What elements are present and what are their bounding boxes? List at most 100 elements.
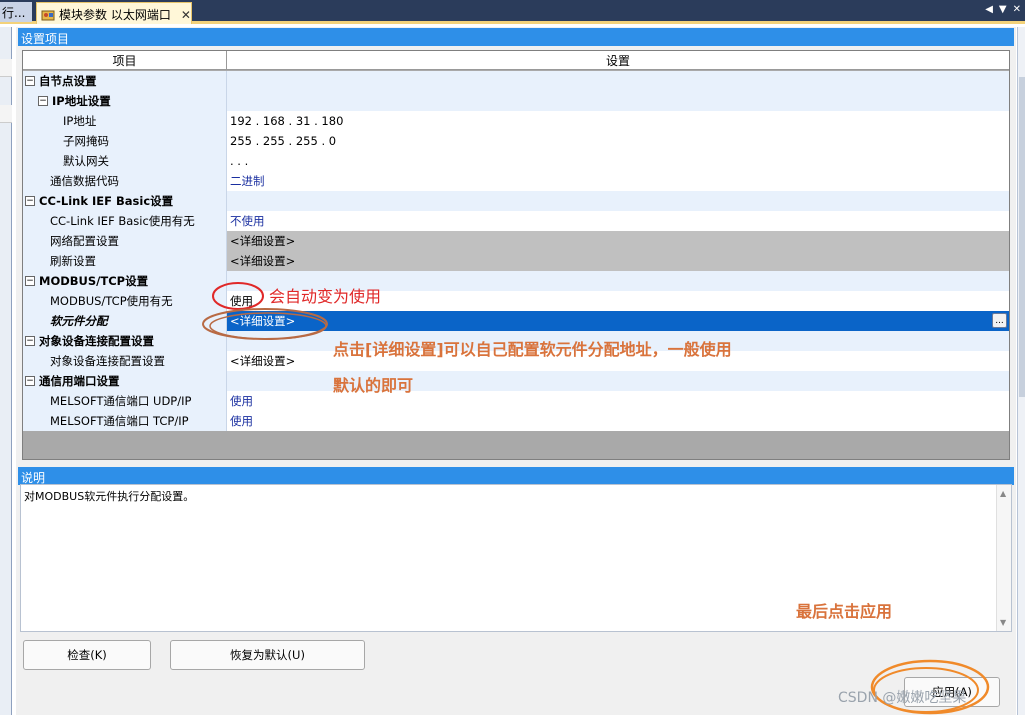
row-value-cell[interactable]: 使用 [227,411,1009,431]
module-params-icon [41,10,55,20]
tab-module-params-ethernet[interactable]: 模块参数 以太网端口 ✕ [36,2,192,24]
row-label-cell: MELSOFT通信端口 UDP/IP [23,391,227,411]
left-pane-item-edge [0,105,12,123]
row-label-cell: 网络配置设置 [23,231,227,251]
row-value-cell[interactable]: <详细设置>... [227,311,1009,331]
collapse-toggle-icon[interactable]: − [25,76,35,86]
row-value-cell[interactable]: . . . [227,151,1009,171]
detail-settings-ellipsis-button[interactable]: ... [992,313,1007,328]
table-row[interactable]: 刷新设置 <详细设置> [23,251,1009,271]
row-value-cell[interactable]: 二进制 [227,171,1009,191]
row-label: 软元件分配 [50,314,108,328]
row-label: CC-Link IEF Basic设置 [39,194,174,208]
table-row[interactable]: − 自节点设置 [23,71,1009,91]
row-label: 对象设备连接配置设置 [50,354,165,368]
outer-scrollbar[interactable] [1017,27,1025,715]
row-value: . . . [230,154,249,168]
row-label: IP地址 [63,114,97,128]
left-pane-toolbar-edge [0,59,12,77]
row-label: 对象设备连接配置设置 [39,334,154,348]
tab-close-icon[interactable]: ✕ [181,8,191,22]
outer-scrollbar-thumb[interactable] [1019,77,1025,397]
settings-grid: 项目 设置 − 自节点设置 − IP地址设置 IP地址 192 . 168 . 31 . … [22,50,1010,460]
description-scrollbar[interactable]: ▲ ▼ [996,485,1011,631]
row-value: 使用 [230,414,253,428]
row-label: 网络配置设置 [50,234,119,248]
row-value-cell [227,71,1009,91]
row-label-cell: 默认网关 [23,151,227,171]
table-row[interactable]: 网络配置设置 <详细设置> [23,231,1009,251]
row-label-cell: 子网掩码 [23,131,227,151]
collapse-toggle-icon[interactable]: − [25,196,35,206]
table-row[interactable]: MELSOFT通信端口 TCP/IP 使用 [23,411,1009,431]
table-row[interactable]: − 通信用端口设置 [23,371,1009,391]
column-header-setting[interactable]: 设置 [227,51,1009,70]
collapse-toggle-icon[interactable]: − [38,96,48,106]
table-row[interactable]: CC-Link IEF Basic使用有无 不使用 [23,211,1009,231]
row-label-cell: 对象设备连接配置设置 [23,351,227,371]
table-row[interactable]: MODBUS/TCP使用有无 使用 [23,291,1009,311]
row-label: CC-Link IEF Basic使用有无 [50,214,195,228]
row-value-cell[interactable]: 192 . 168 . 31 . 180 [227,111,1009,131]
restore-default-button[interactable]: 恢复为默认(U) [170,640,365,670]
collapse-toggle-icon[interactable]: − [25,376,35,386]
table-row[interactable]: − MODBUS/TCP设置 [23,271,1009,291]
tab-previous[interactable]: 行... [0,2,32,22]
settings-section-header: 设置项目 [18,28,1014,46]
row-value-cell[interactable]: 255 . 255 . 255 . 0 [227,131,1009,151]
row-value: 192 . 168 . 31 . 180 [230,114,344,128]
row-value-cell[interactable]: <详细设置> [227,251,1009,271]
table-row[interactable]: − CC-Link IEF Basic设置 [23,191,1009,211]
row-value: 使用 [230,294,253,308]
row-value-cell[interactable]: 不使用 [227,211,1009,231]
row-label-cell: − IP地址设置 [23,91,227,111]
annotation-detail-hint-line1: 点击[详细设置]可以自己配置软元件分配地址，一般使用 [333,340,732,359]
collapse-toggle-icon[interactable]: − [25,336,35,346]
row-label: MODBUS/TCP设置 [39,274,149,288]
watermark: CSDN @嫩嫩吃坚果 [838,690,967,706]
annotation-auto-use: 会自动变为使用 [269,287,382,306]
row-label-cell: 刷新设置 [23,251,227,271]
row-label-cell: − CC-Link IEF Basic设置 [23,191,227,211]
row-label-cell: − 对象设备连接配置设置 [23,331,227,351]
scroll-up-icon[interactable]: ▲ [1000,489,1006,498]
row-label: 通信数据代码 [50,174,119,188]
table-row[interactable]: 子网掩码 255 . 255 . 255 . 0 [23,131,1009,151]
row-value: 255 . 255 . 255 . 0 [230,134,337,148]
row-label: MELSOFT通信端口 TCP/IP [50,414,189,428]
row-label-cell: IP地址 [23,111,227,131]
row-label: IP地址设置 [52,94,111,108]
row-label-cell: − 自节点设置 [23,71,227,91]
settings-grid-header: 项目 设置 [23,51,1009,70]
row-label: 默认网关 [63,154,109,168]
row-value: <详细设置> [230,354,296,368]
row-label-cell: MODBUS/TCP使用有无 [23,291,227,311]
row-value: 二进制 [230,174,265,188]
row-label: MELSOFT通信端口 UDP/IP [50,394,192,408]
table-row[interactable]: MELSOFT通信端口 UDP/IP 使用 [23,391,1009,411]
row-label-cell: MELSOFT通信端口 TCP/IP [23,411,227,431]
row-value: <详细设置> [230,254,296,268]
table-row[interactable]: 软元件分配 <详细设置>... [23,311,1009,331]
table-row[interactable]: − IP地址设置 [23,91,1009,111]
description-section-header: 说明 [18,467,1014,485]
tab-list-dropdown-icon[interactable]: ▼ [999,4,1007,15]
row-value: <详细设置> [230,314,296,328]
close-window-icon[interactable]: ✕ [1013,4,1021,15]
row-label-cell: − MODBUS/TCP设置 [23,271,227,291]
table-row[interactable]: 通信数据代码 二进制 [23,171,1009,191]
check-button[interactable]: 检查(K) [23,640,151,670]
column-header-item[interactable]: 项目 [23,51,227,70]
tabstrip-controls: ◀ ▼ ✕ [985,4,1021,15]
table-row[interactable]: IP地址 192 . 168 . 31 . 180 [23,111,1009,131]
row-value-cell[interactable]: <详细设置> [227,231,1009,251]
scroll-down-icon[interactable]: ▼ [1000,618,1006,627]
table-row[interactable]: 默认网关 . . . [23,151,1009,171]
scroll-tabs-left-icon[interactable]: ◀ [985,4,993,15]
collapse-toggle-icon[interactable]: − [25,276,35,286]
row-value: 使用 [230,394,253,408]
row-label-cell: CC-Link IEF Basic使用有无 [23,211,227,231]
row-value: 不使用 [230,214,265,228]
row-label: 刷新设置 [50,254,96,268]
annotation-apply-hint: 最后点击应用 [796,602,893,621]
